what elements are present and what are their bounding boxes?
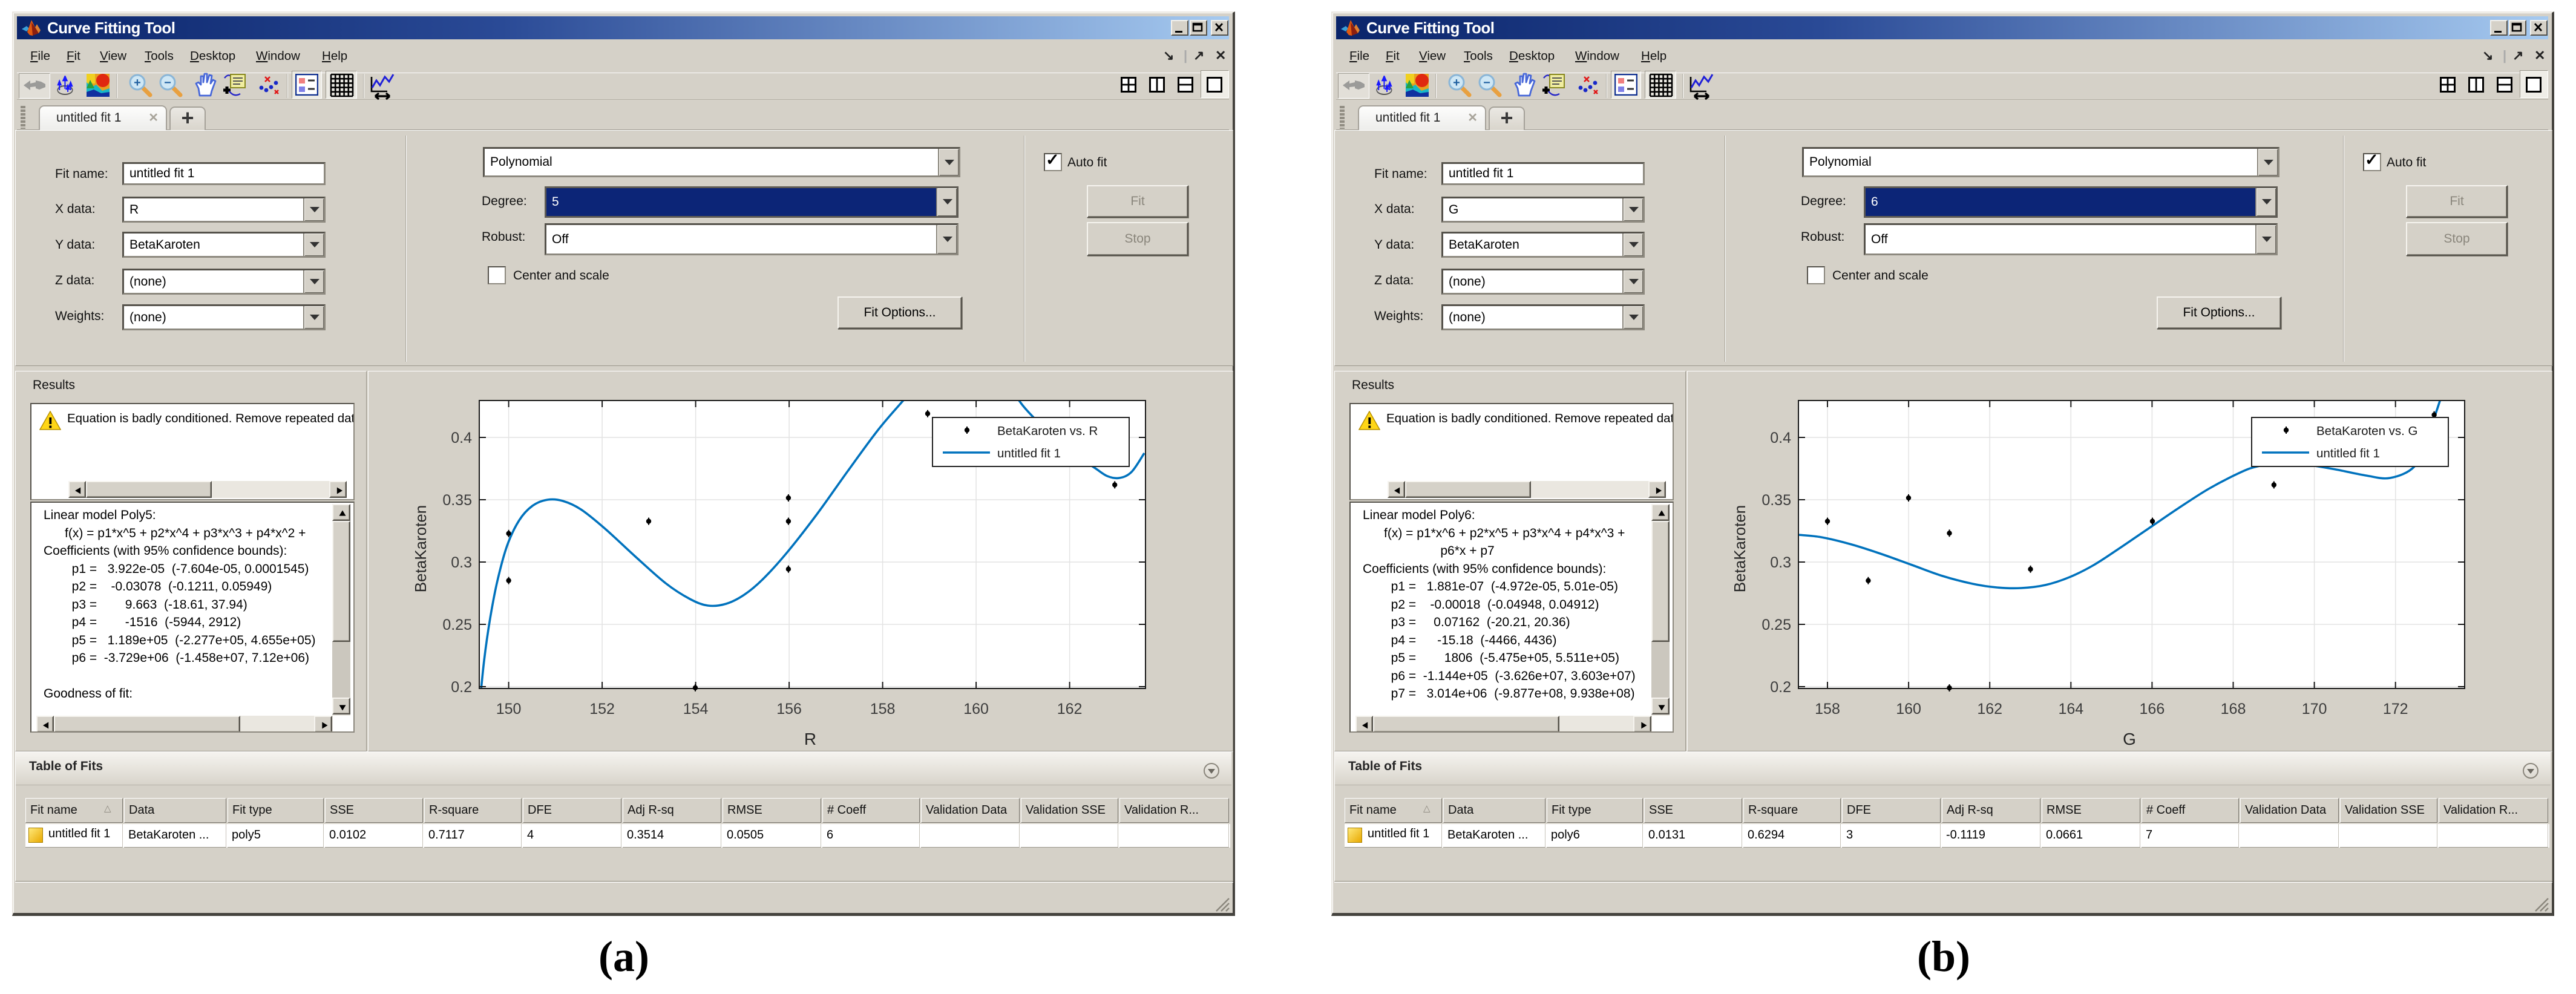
svg-text:+: + [1453,76,1460,90]
svg-text:162: 162 [1057,701,1083,718]
svg-text:170: 170 [2302,701,2327,718]
svg-text:154: 154 [683,701,709,718]
svg-text:BetaKaroten vs. R: BetaKaroten vs. R [997,424,1098,438]
svg-text:152: 152 [589,701,615,718]
svg-text:BetaKaroten: BetaKaroten [1731,505,1749,593]
svg-text:BetaKaroten: BetaKaroten [411,505,430,593]
svg-text:150: 150 [496,701,522,718]
svg-text:0.25: 0.25 [1762,616,1791,633]
svg-text:0.25: 0.25 [442,616,472,633]
svg-text:162: 162 [1977,701,2002,718]
svg-text:0.3: 0.3 [451,554,472,571]
svg-text:0.2: 0.2 [1770,679,1791,696]
svg-text:−: − [1483,76,1490,90]
svg-text:160: 160 [963,701,989,718]
svg-text:168: 168 [2221,701,2246,718]
svg-text:0.35: 0.35 [442,492,472,509]
svg-text:158: 158 [1815,701,1840,718]
svg-text:+: + [134,76,141,90]
svg-text:untitled fit 1: untitled fit 1 [997,446,1061,460]
svg-text:166: 166 [2140,701,2165,718]
svg-text:164: 164 [2058,701,2083,718]
svg-text:0.3: 0.3 [1770,554,1791,571]
svg-text:0.4: 0.4 [1770,430,1791,446]
svg-text:untitled fit 1: untitled fit 1 [2316,446,2380,460]
svg-text:172: 172 [2383,701,2408,718]
svg-text:156: 156 [776,701,802,718]
svg-text:158: 158 [870,701,896,718]
svg-text:0.4: 0.4 [451,430,472,446]
svg-text:R: R [804,730,816,748]
svg-text:−: − [164,76,171,90]
svg-text:160: 160 [1896,701,1921,718]
svg-text:0.35: 0.35 [1762,492,1791,509]
svg-text:BetaKaroten vs. G: BetaKaroten vs. G [2316,424,2418,438]
svg-text:0.2: 0.2 [451,679,472,696]
svg-text:G: G [2123,730,2136,748]
